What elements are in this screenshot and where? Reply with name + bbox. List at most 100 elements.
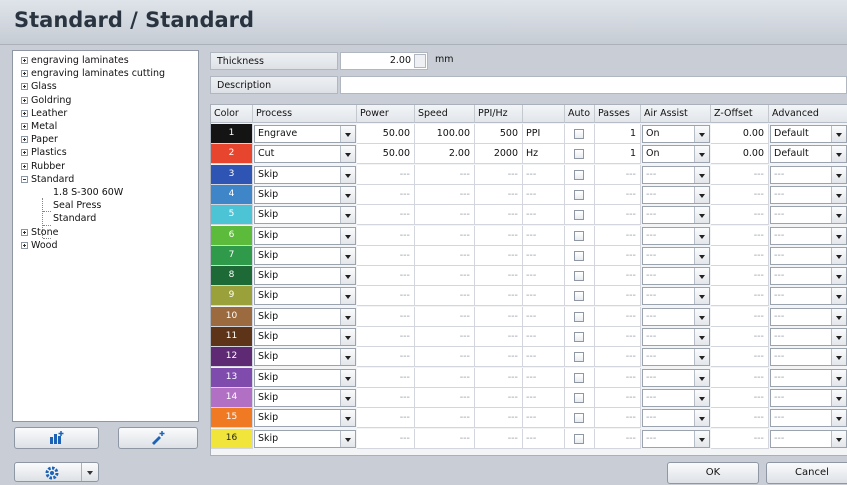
advanced-select[interactable]: --- <box>770 287 847 306</box>
z-offset-field[interactable]: --- <box>711 245 769 266</box>
chevron-down-icon[interactable] <box>694 227 709 244</box>
chevron-down-icon[interactable] <box>694 349 709 366</box>
ppi-field[interactable]: --- <box>475 428 523 449</box>
ppi-field[interactable]: --- <box>475 387 523 408</box>
auto-checkbox[interactable] <box>574 169 584 180</box>
chevron-down-icon[interactable] <box>831 247 846 264</box>
chevron-down-icon[interactable] <box>831 410 846 427</box>
chevron-down-icon[interactable] <box>831 207 846 224</box>
ppi-field[interactable]: --- <box>475 164 523 185</box>
expand-icon[interactable] <box>21 162 28 170</box>
advanced-select[interactable]: --- <box>770 368 847 387</box>
chevron-down-icon[interactable] <box>340 410 355 427</box>
ppi-field[interactable]: --- <box>475 266 523 287</box>
z-offset-field[interactable]: 0.00 <box>711 124 769 144</box>
air-assist-select[interactable]: On <box>642 145 710 164</box>
chevron-down-icon[interactable] <box>694 329 709 345</box>
chevron-down-icon[interactable] <box>340 329 355 345</box>
air-assist-select[interactable]: --- <box>642 409 710 428</box>
passes-field[interactable]: --- <box>595 205 641 226</box>
chevron-down-icon[interactable] <box>831 308 846 325</box>
ppi-field[interactable]: --- <box>475 225 523 246</box>
process-select[interactable]: Engrave <box>254 125 356 143</box>
chevron-down-icon[interactable] <box>831 166 846 183</box>
process-select[interactable]: Skip <box>254 226 356 245</box>
air-assist-select[interactable]: --- <box>642 307 710 326</box>
process-select[interactable]: Skip <box>254 328 356 346</box>
speed-field[interactable]: --- <box>415 428 475 449</box>
z-offset-field[interactable]: --- <box>711 347 769 368</box>
z-offset-field[interactable]: --- <box>711 266 769 287</box>
tree-item[interactable]: 1.8 S-300 60W <box>53 186 123 199</box>
auto-checkbox[interactable] <box>574 392 584 403</box>
chevron-down-icon[interactable] <box>340 227 355 244</box>
air-assist-select[interactable]: --- <box>642 267 710 286</box>
process-select[interactable]: Skip <box>254 368 356 387</box>
chevron-down-icon[interactable] <box>340 146 355 163</box>
passes-field[interactable]: --- <box>595 164 641 185</box>
chevron-down-icon[interactable] <box>694 410 709 427</box>
chevron-down-icon[interactable] <box>694 186 709 203</box>
tree-item[interactable]: Seal Press <box>53 199 101 212</box>
chevron-down-icon[interactable] <box>340 247 355 264</box>
process-select[interactable]: Skip <box>254 165 356 184</box>
z-offset-field[interactable]: --- <box>711 306 769 327</box>
chevron-down-icon[interactable] <box>831 288 846 305</box>
chevron-down-icon[interactable] <box>694 146 709 163</box>
tree-item[interactable]: Goldring <box>21 94 71 107</box>
auto-checkbox[interactable] <box>574 332 584 342</box>
power-field[interactable]: --- <box>357 367 415 388</box>
chevron-down-icon[interactable] <box>340 369 355 386</box>
power-field[interactable]: --- <box>357 184 415 205</box>
ppi-field[interactable]: --- <box>475 327 523 347</box>
edit-material-button[interactable] <box>118 427 198 449</box>
speed-field[interactable]: --- <box>415 205 475 226</box>
speed-field[interactable]: --- <box>415 286 475 307</box>
description-field[interactable] <box>340 76 847 94</box>
auto-checkbox[interactable] <box>574 291 584 302</box>
passes-field[interactable]: --- <box>595 387 641 408</box>
speed-field[interactable]: 100.00 <box>415 124 475 144</box>
advanced-select[interactable]: --- <box>770 348 847 367</box>
speed-field[interactable]: --- <box>415 408 475 429</box>
auto-checkbox[interactable] <box>574 149 584 160</box>
ppi-field[interactable]: --- <box>475 286 523 307</box>
thickness-input[interactable]: 2.00 <box>340 52 428 70</box>
chevron-down-icon[interactable] <box>831 349 846 366</box>
passes-field[interactable]: --- <box>595 428 641 449</box>
process-select[interactable]: Skip <box>254 287 356 306</box>
chevron-down-icon[interactable] <box>694 308 709 325</box>
auto-checkbox[interactable] <box>574 189 584 200</box>
power-field[interactable]: 50.00 <box>357 144 415 165</box>
z-offset-field[interactable]: --- <box>711 205 769 226</box>
chevron-down-icon[interactable] <box>340 389 355 406</box>
tree-item[interactable]: Standard <box>21 173 74 186</box>
air-assist-select[interactable]: --- <box>642 348 710 367</box>
ppi-field[interactable]: --- <box>475 347 523 368</box>
z-offset-field[interactable]: 0.00 <box>711 144 769 165</box>
expand-icon[interactable] <box>21 241 28 249</box>
passes-field[interactable]: --- <box>595 347 641 368</box>
expand-icon[interactable] <box>21 228 28 236</box>
chevron-down-icon[interactable] <box>694 389 709 406</box>
chevron-down-icon[interactable] <box>340 207 355 224</box>
power-field[interactable]: --- <box>357 286 415 307</box>
speed-field[interactable]: --- <box>415 327 475 347</box>
air-assist-select[interactable]: --- <box>642 226 710 245</box>
ok-button[interactable]: OK <box>667 462 759 484</box>
settings-split-button[interactable] <box>14 462 99 482</box>
add-material-button[interactable] <box>14 427 99 449</box>
auto-checkbox[interactable] <box>574 210 584 221</box>
chevron-down-icon[interactable] <box>831 227 846 244</box>
power-field[interactable]: --- <box>357 408 415 429</box>
advanced-select[interactable]: --- <box>770 226 847 245</box>
advanced-select[interactable]: --- <box>770 246 847 265</box>
z-offset-field[interactable]: --- <box>711 327 769 347</box>
process-select[interactable]: Skip <box>254 267 356 286</box>
advanced-select[interactable]: Default <box>770 125 847 143</box>
auto-checkbox[interactable] <box>574 433 584 444</box>
expand-icon[interactable] <box>21 57 28 64</box>
passes-field[interactable]: --- <box>595 286 641 307</box>
material-tree[interactable]: engraving laminates engraving laminates c… <box>12 50 199 422</box>
power-field[interactable]: 50.00 <box>357 124 415 144</box>
